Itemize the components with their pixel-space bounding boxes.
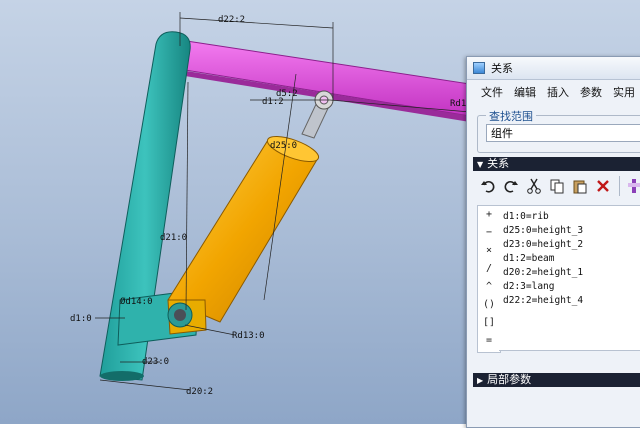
dim-d22[interactable]: d22:2 [218,15,245,25]
undo-icon[interactable] [477,175,498,197]
operator-divide[interactable]: / [478,260,500,278]
menu-insert[interactable]: 插入 [547,84,569,100]
menu-file[interactable]: 文件 [481,84,503,100]
relation-line: d23:0=height_2 [503,239,584,250]
operator-equals[interactable]: = [478,332,500,350]
dim-rd1[interactable]: Rd1 [450,99,466,109]
operator-buttons: + − × / ^ () [] = [477,205,501,353]
operator-plus[interactable]: + [478,206,500,224]
local-params-label: 局部参数 [487,373,532,386]
copy-icon[interactable] [546,175,567,197]
menu-bar: 文件 编辑 插入 参数 实用 [467,80,640,104]
relations-section-label: 关系 [487,157,510,170]
hydraulic-cylinder[interactable] [167,90,334,335]
operator-multiply[interactable]: × [478,242,500,260]
dim-rd13[interactable]: Rd13:0 [232,331,265,341]
dialog-titlebar[interactable]: 关系 [467,57,640,80]
relation-line: d20:2=height_1 [503,267,584,278]
params-icon[interactable] [624,175,640,197]
cut-icon[interactable] [523,175,544,197]
dim-d1-beam[interactable]: d1:2 [262,97,284,107]
local-params-section-header[interactable]: ▶ 局部参数 [473,373,640,387]
relations-section-header[interactable]: ▼ 关系 [473,157,640,171]
expand-triangle-icon: ▶ [477,376,484,385]
lookup-scope-group: 查找范围 组件 [477,108,640,153]
dim-d14[interactable]: Ød14:0 [120,296,153,307]
dim-d21[interactable]: d21:0 [160,233,187,243]
menu-utilities[interactable]: 实用 [613,84,635,100]
operator-parentheses[interactable]: () [478,296,500,314]
dialog-title: 关系 [491,62,513,75]
operator-minus[interactable]: − [478,224,500,242]
paste-icon[interactable] [569,175,590,197]
dim-d1-rib[interactable]: d1:0 [70,314,92,324]
relation-line: d1:2=beam [503,253,555,264]
relation-line: d22:2=height_4 [503,295,584,306]
menu-edit[interactable]: 编辑 [514,84,536,100]
dim-d25[interactable]: d25:0 [270,141,297,151]
collapse-triangle-icon: ▼ [477,160,484,169]
lookup-scope-select[interactable]: 组件 [486,124,640,142]
delete-icon[interactable] [592,175,613,197]
relations-toolbar [477,173,640,199]
dim-d20[interactable]: d20:2 [186,387,213,397]
redo-icon[interactable] [500,175,521,197]
relations-editor[interactable]: d1:0=rib d25:0=height_3 d23:0=height_2 d… [499,205,640,351]
dim-d23[interactable]: d23:0 [142,357,169,367]
operator-brackets[interactable]: [] [478,314,500,332]
toolbar-separator [619,176,620,196]
lookup-scope-label: 查找范围 [486,108,536,124]
relation-line: d25:0=height_3 [503,225,584,236]
relation-line: d2:3=lang [503,281,555,292]
relation-line: d1:0=rib [503,211,549,222]
operator-power[interactable]: ^ [478,278,500,296]
relations-dialog: 关系 文件 编辑 插入 参数 实用 查找范围 组件 ▼ 关系 + − × / ^… [466,56,640,428]
dialog-app-icon [473,62,485,74]
menu-parameters[interactable]: 参数 [580,84,602,100]
